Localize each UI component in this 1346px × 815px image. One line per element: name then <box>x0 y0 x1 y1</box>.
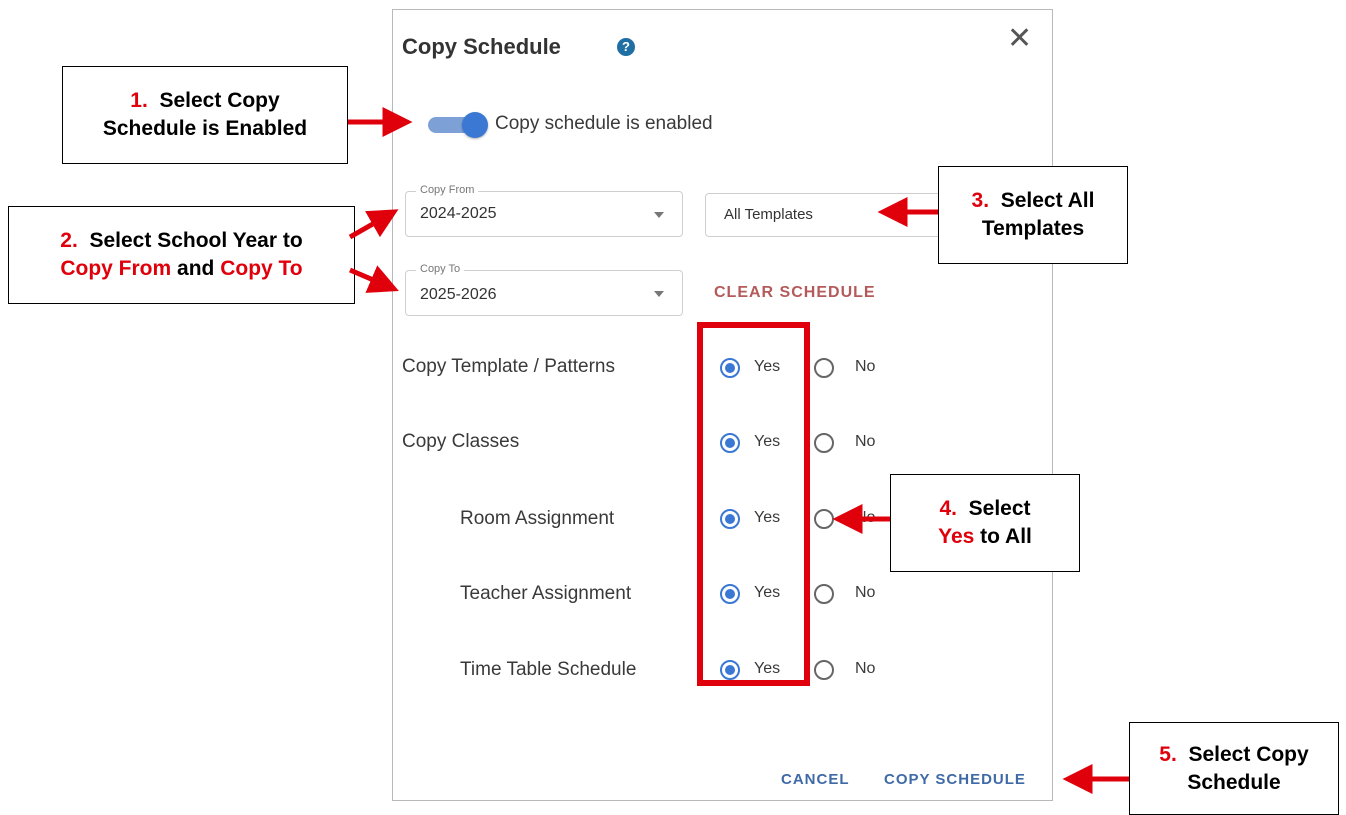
arrow-to-copy-from <box>348 209 399 240</box>
annotation-arrows <box>348 107 1129 794</box>
arrow-to-copy-to <box>349 265 399 293</box>
